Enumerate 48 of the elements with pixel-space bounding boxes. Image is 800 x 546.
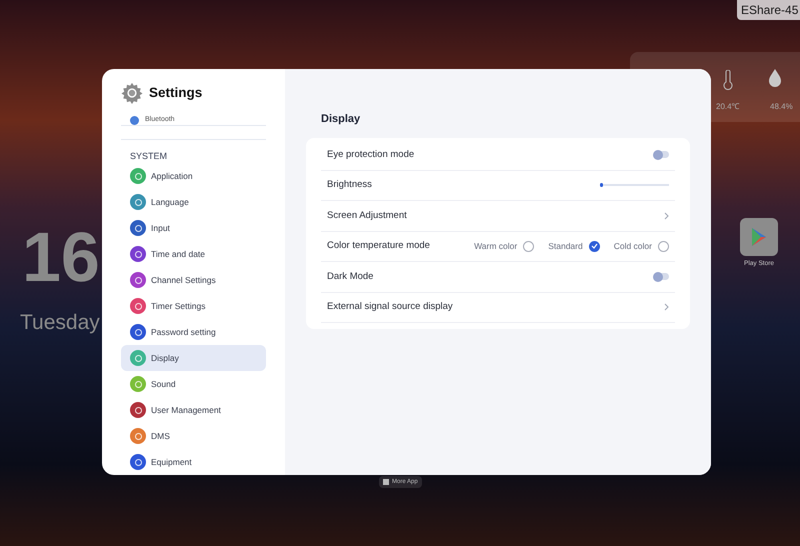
app-icon[interactable]	[740, 218, 778, 256]
settings-title: Settings	[149, 84, 202, 102]
toggle-switch[interactable]	[655, 151, 669, 158]
radio-button[interactable]	[658, 240, 669, 252]
setting-row[interactable]: Dark Mode	[321, 262, 675, 292]
menu-item[interactable]: User Management	[121, 397, 266, 423]
menu-item[interactable]: Language	[121, 189, 266, 215]
page-title: Display	[320, 112, 362, 127]
setting-row[interactable]: External signal source display	[321, 292, 675, 323]
setting-label: Brightness	[327, 178, 372, 192]
temperature-text: 20.4℃	[716, 101, 740, 113]
setting-label: Eye protection mode	[327, 148, 414, 162]
settings-icon	[121, 82, 143, 104]
brightness-slider[interactable]	[600, 184, 669, 186]
setting-row[interactable]: Eye protection mode	[321, 140, 675, 170]
setting-row[interactable]: Color temperature mode Warm color Standard Cold color	[321, 232, 675, 262]
menu-item[interactable]: Equipment	[121, 449, 266, 475]
clock-hour: 16	[22, 222, 100, 292]
menu-item[interactable]: Application	[121, 163, 266, 189]
humidity-text: 48.4%	[770, 101, 793, 113]
option-label: Cold color	[614, 240, 652, 253]
setting-label: Color temperature mode	[327, 239, 430, 254]
radio-button[interactable]	[523, 240, 534, 252]
menu-item[interactable]: Time and date	[121, 241, 266, 267]
setting-row[interactable]: Brightness	[321, 170, 675, 201]
menu-item[interactable]: DMS	[121, 423, 266, 449]
setting-label: Dark Mode	[327, 270, 374, 284]
toggle-switch[interactable]	[655, 273, 669, 280]
setting-label: External signal source display	[327, 300, 453, 314]
thermometer-icon	[723, 70, 733, 90]
chevron-right-icon	[664, 303, 669, 312]
menu-item[interactable]: Input	[121, 215, 266, 241]
section-heading: SYSTEM	[129, 152, 168, 161]
grid-icon	[383, 479, 389, 485]
menu-item[interactable]: Password setting	[121, 319, 266, 345]
setting-label: Screen Adjustment	[327, 208, 407, 223]
weekday-text: Tuesday	[20, 312, 100, 333]
option-label: Warm color	[474, 240, 518, 253]
option-label: Standard	[548, 240, 583, 253]
water-drop-icon	[767, 68, 783, 88]
chevron-right-icon	[664, 212, 669, 220]
setting-row[interactable]: Screen Adjustment	[321, 201, 675, 232]
radio-button[interactable]	[588, 240, 600, 252]
menu-item[interactable]: Channel Settings	[121, 267, 266, 293]
menu-item[interactable]: Timer Settings	[121, 293, 266, 319]
menu-item[interactable]: Sound	[121, 371, 266, 397]
device-name-badge: EShare-45	[737, 0, 800, 20]
menu-item[interactable]: Display	[121, 345, 266, 371]
